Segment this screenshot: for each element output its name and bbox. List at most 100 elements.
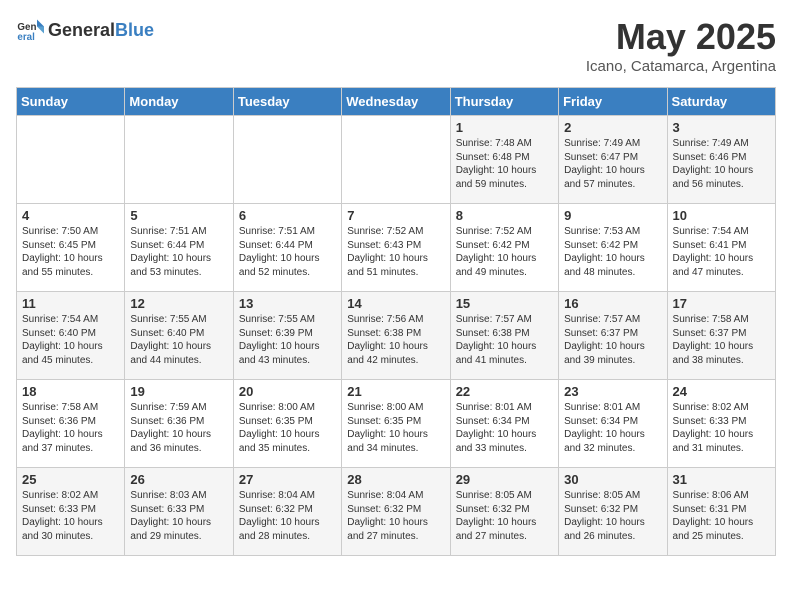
day-info: Sunrise: 8:05 AM Sunset: 6:32 PM Dayligh…: [564, 489, 661, 543]
logo-icon: Gen eral: [16, 16, 44, 44]
day-cell: 23Sunrise: 8:01 AM Sunset: 6:34 PM Dayli…: [559, 380, 667, 468]
day-cell: 27Sunrise: 8:04 AM Sunset: 6:32 PM Dayli…: [233, 468, 341, 556]
day-number: 14: [347, 296, 444, 311]
day-info: Sunrise: 8:04 AM Sunset: 6:32 PM Dayligh…: [347, 489, 444, 543]
day-info: Sunrise: 8:00 AM Sunset: 6:35 PM Dayligh…: [347, 401, 444, 455]
col-header-tuesday: Tuesday: [233, 88, 341, 116]
day-number: 16: [564, 296, 661, 311]
day-cell: 2Sunrise: 7:49 AM Sunset: 6:47 PM Daylig…: [559, 116, 667, 204]
day-info: Sunrise: 8:02 AM Sunset: 6:33 PM Dayligh…: [22, 489, 119, 543]
day-cell: 29 Sunrise: 8:05 AM Sunset: 6:32 PM Dayli…: [450, 468, 558, 556]
day-cell: [17, 116, 125, 204]
day-cell: 4 Sunrise: 7:50 AM Sunset: 6:45 PM Daylig…: [17, 204, 125, 292]
day-info: Sunrise: 7:58 AM Sunset: 6:36 PM Dayligh…: [22, 401, 119, 455]
day-number: 24: [673, 384, 770, 399]
col-header-monday: Monday: [125, 88, 233, 116]
day-cell: 24 Sunrise: 8:02 AM Sunset: 6:33 PM Dayli…: [667, 380, 775, 468]
day-info: Sunrise: 7:57 AM Sunset: 6:38 PM Dayligh…: [456, 313, 553, 367]
col-header-thursday: Thursday: [450, 88, 558, 116]
day-number: 9: [564, 208, 661, 223]
day-info: Sunrise: 7:54 AM Sunset: 6:40 PM Dayligh…: [22, 313, 119, 367]
day-cell: 30 Sunrise: 8:05 AM Sunset: 6:32 PM Dayli…: [559, 468, 667, 556]
day-number: 25: [22, 472, 119, 487]
day-cell: 15 Sunrise: 7:57 AM Sunset: 6:38 PM Dayli…: [450, 292, 558, 380]
day-info: Sunrise: 7:50 AM Sunset: 6:45 PM Dayligh…: [22, 225, 119, 279]
day-cell: 18 Sunrise: 7:58 AM Sunset: 6:36 PM Dayli…: [17, 380, 125, 468]
col-header-wednesday: Wednesday: [342, 88, 450, 116]
day-number: 21: [347, 384, 444, 399]
day-cell: 20Sunrise: 8:00 AM Sunset: 6:35 PM Dayli…: [233, 380, 341, 468]
day-number: 26: [130, 472, 227, 487]
day-cell: [233, 116, 341, 204]
title-area: May 2025 Icano, Catamarca, Argentina: [586, 16, 776, 75]
day-info: Sunrise: 7:52 AM Sunset: 6:42 PM Dayligh…: [456, 225, 553, 279]
day-cell: 14 Sunrise: 7:56 AM Sunset: 6:38 PM Dayli…: [342, 292, 450, 380]
day-cell: 13 Sunrise: 7:55 AM Sunset: 6:39 PM Dayli…: [233, 292, 341, 380]
day-number: 30: [564, 472, 661, 487]
day-cell: 12Sunrise: 7:55 AM Sunset: 6:40 PM Dayli…: [125, 292, 233, 380]
day-info: Sunrise: 7:56 AM Sunset: 6:38 PM Dayligh…: [347, 313, 444, 367]
header-row: SundayMondayTuesdayWednesdayThursdayFrid…: [17, 88, 776, 116]
day-info: Sunrise: 7:51 AM Sunset: 6:44 PM Dayligh…: [130, 225, 227, 279]
day-info: Sunrise: 7:49 AM Sunset: 6:46 PM Dayligh…: [673, 137, 770, 191]
day-cell: 1Sunrise: 7:48 AM Sunset: 6:48 PM Daylig…: [450, 116, 558, 204]
day-number: 19: [130, 384, 227, 399]
day-number: 13: [239, 296, 336, 311]
col-header-saturday: Saturday: [667, 88, 775, 116]
day-cell: [125, 116, 233, 204]
day-cell: 9 Sunrise: 7:53 AM Sunset: 6:42 PM Daylig…: [559, 204, 667, 292]
day-cell: 11 Sunrise: 7:54 AM Sunset: 6:40 PM Dayli…: [17, 292, 125, 380]
day-number: 18: [22, 384, 119, 399]
day-cell: 8Sunrise: 7:52 AM Sunset: 6:42 PM Daylig…: [450, 204, 558, 292]
day-info: Sunrise: 7:55 AM Sunset: 6:39 PM Dayligh…: [239, 313, 336, 367]
day-number: 6: [239, 208, 336, 223]
svg-text:eral: eral: [17, 32, 35, 43]
calendar-table: SundayMondayTuesdayWednesdayThursdayFrid…: [16, 87, 776, 556]
day-number: 17: [673, 296, 770, 311]
logo-blue: Blue: [115, 20, 154, 40]
day-number: 3: [673, 120, 770, 135]
day-info: Sunrise: 8:01 AM Sunset: 6:34 PM Dayligh…: [564, 401, 661, 455]
day-number: 15: [456, 296, 553, 311]
day-number: 5: [130, 208, 227, 223]
day-number: 29: [456, 472, 553, 487]
day-info: Sunrise: 7:54 AM Sunset: 6:41 PM Dayligh…: [673, 225, 770, 279]
month-title: May 2025: [586, 16, 776, 58]
day-number: 4: [22, 208, 119, 223]
day-cell: 17 Sunrise: 7:58 AM Sunset: 6:37 PM Dayli…: [667, 292, 775, 380]
day-cell: [342, 116, 450, 204]
week-row-3: 11 Sunrise: 7:54 AM Sunset: 6:40 PM Dayli…: [17, 292, 776, 380]
day-number: 22: [456, 384, 553, 399]
logo: Gen eral GeneralBlue: [16, 16, 154, 44]
header: Gen eral GeneralBlue May 2025 Icano, Cat…: [16, 16, 776, 75]
logo-general: General: [48, 20, 115, 40]
day-info: Sunrise: 8:02 AM Sunset: 6:33 PM Dayligh…: [673, 401, 770, 455]
day-number: 28: [347, 472, 444, 487]
day-info: Sunrise: 7:53 AM Sunset: 6:42 PM Dayligh…: [564, 225, 661, 279]
day-info: Sunrise: 8:06 AM Sunset: 6:31 PM Dayligh…: [673, 489, 770, 543]
day-info: Sunrise: 7:58 AM Sunset: 6:37 PM Dayligh…: [673, 313, 770, 367]
day-number: 11: [22, 296, 119, 311]
day-info: Sunrise: 7:55 AM Sunset: 6:40 PM Dayligh…: [130, 313, 227, 367]
location-subtitle: Icano, Catamarca, Argentina: [586, 58, 776, 75]
day-cell: 22 Sunrise: 8:01 AM Sunset: 6:34 PM Dayli…: [450, 380, 558, 468]
day-cell: 28 Sunrise: 8:04 AM Sunset: 6:32 PM Dayli…: [342, 468, 450, 556]
day-cell: 31Sunrise: 8:06 AM Sunset: 6:31 PM Dayli…: [667, 468, 775, 556]
col-header-friday: Friday: [559, 88, 667, 116]
day-number: 20: [239, 384, 336, 399]
day-info: Sunrise: 8:05 AM Sunset: 6:32 PM Dayligh…: [456, 489, 553, 543]
day-cell: 16Sunrise: 7:57 AM Sunset: 6:37 PM Dayli…: [559, 292, 667, 380]
day-number: 1: [456, 120, 553, 135]
day-info: Sunrise: 8:01 AM Sunset: 6:34 PM Dayligh…: [456, 401, 553, 455]
day-info: Sunrise: 7:49 AM Sunset: 6:47 PM Dayligh…: [564, 137, 661, 191]
day-cell: 26 Sunrise: 8:03 AM Sunset: 6:33 PM Dayli…: [125, 468, 233, 556]
day-info: Sunrise: 8:03 AM Sunset: 6:33 PM Dayligh…: [130, 489, 227, 543]
col-header-sunday: Sunday: [17, 88, 125, 116]
day-cell: 25 Sunrise: 8:02 AM Sunset: 6:33 PM Dayli…: [17, 468, 125, 556]
week-row-5: 25 Sunrise: 8:02 AM Sunset: 6:33 PM Dayli…: [17, 468, 776, 556]
week-row-1: 1Sunrise: 7:48 AM Sunset: 6:48 PM Daylig…: [17, 116, 776, 204]
day-cell: 19Sunrise: 7:59 AM Sunset: 6:36 PM Dayli…: [125, 380, 233, 468]
day-cell: 6Sunrise: 7:51 AM Sunset: 6:44 PM Daylig…: [233, 204, 341, 292]
day-cell: 3 Sunrise: 7:49 AM Sunset: 6:46 PM Daylig…: [667, 116, 775, 204]
day-number: 7: [347, 208, 444, 223]
